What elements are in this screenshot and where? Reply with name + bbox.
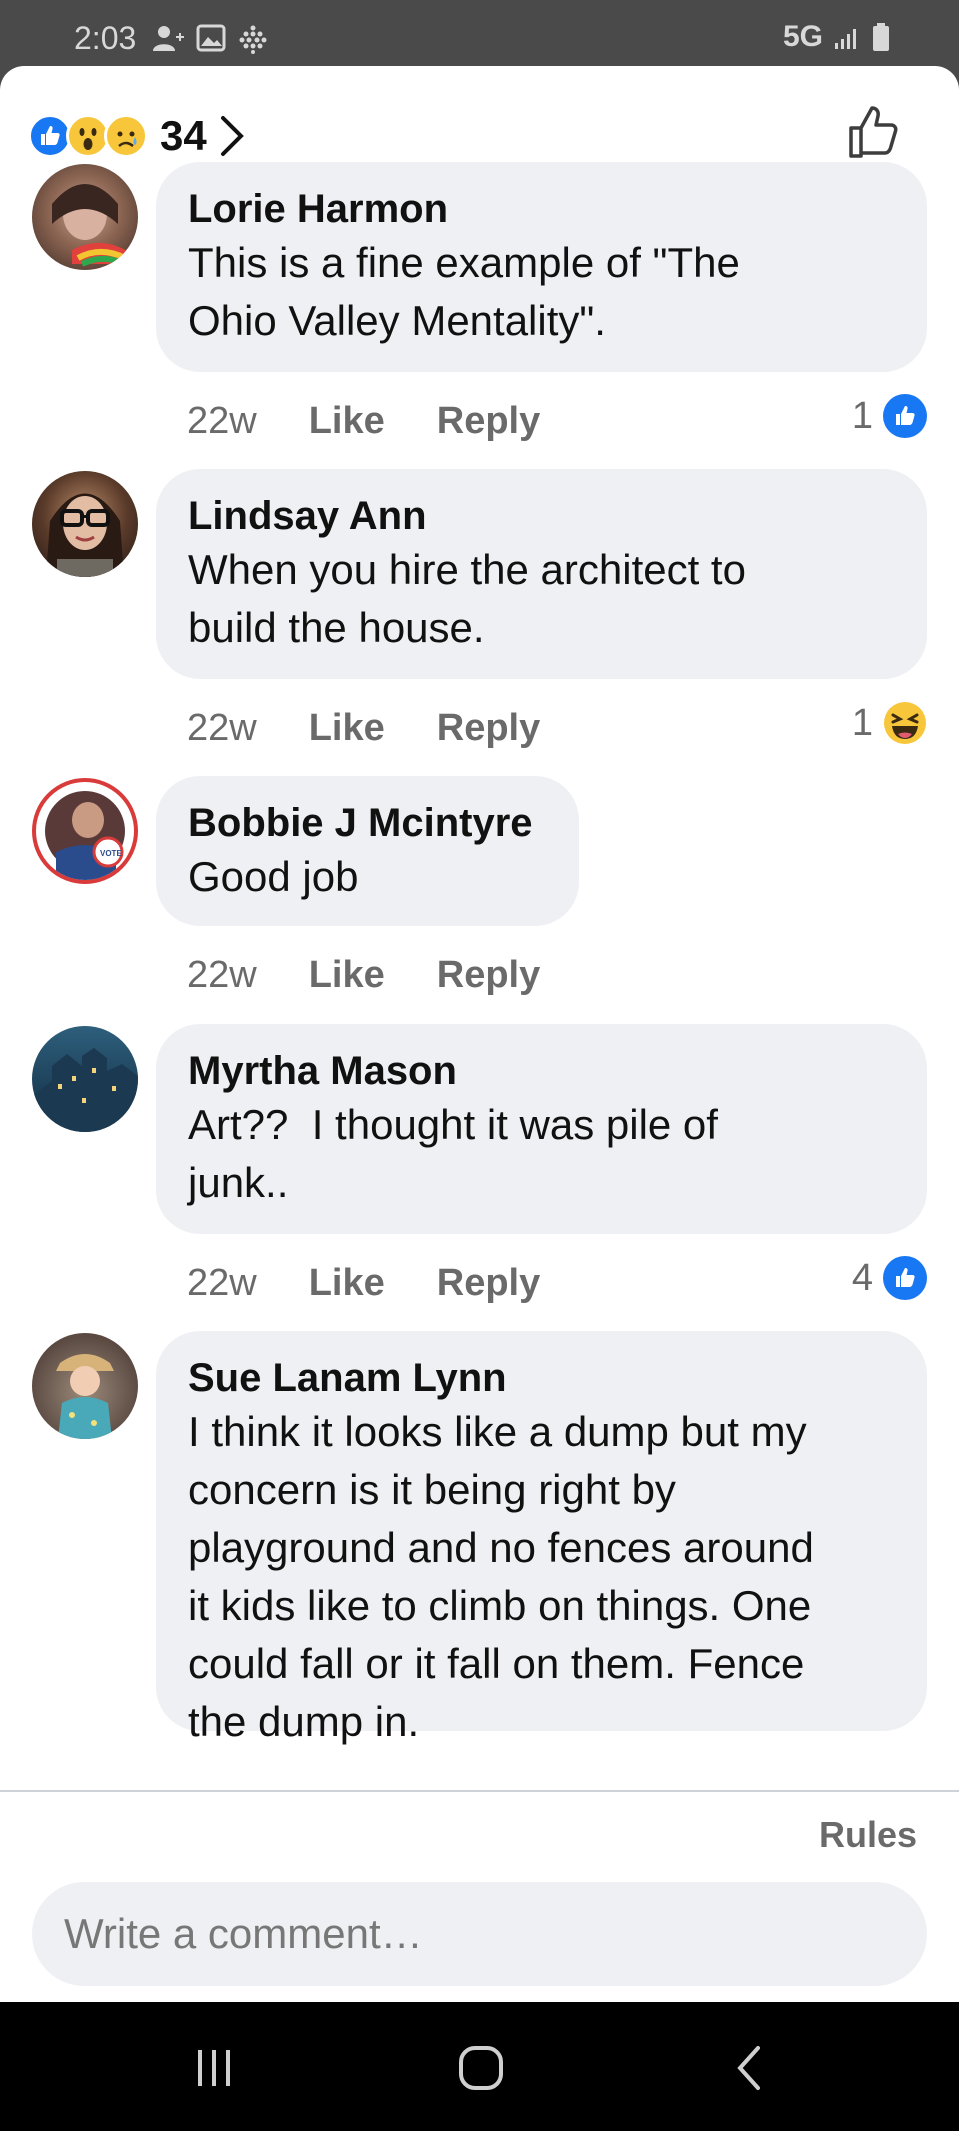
- comment-input[interactable]: [32, 1882, 927, 1986]
- battery-icon: [873, 23, 889, 51]
- like-button[interactable]: Like: [309, 707, 385, 750]
- status-time: 2:03: [74, 20, 137, 56]
- comment-actions: 22w Like Reply: [187, 400, 592, 443]
- divider: [0, 1790, 959, 1792]
- signal-icon: [835, 29, 856, 49]
- back-icon: [737, 2046, 760, 2090]
- person-add-icon: [153, 26, 184, 51]
- image-icon: [196, 24, 226, 52]
- comment-bubble[interactable]: Bobbie J Mcintyre Good job: [156, 776, 579, 926]
- avatar[interactable]: [32, 471, 138, 577]
- comment-actions: 22w Like Reply: [187, 707, 592, 750]
- comment-text: When you hire the architect to build the…: [188, 546, 746, 651]
- comment-text: Art?? I thought it was pile of junk..: [188, 1101, 718, 1206]
- network-type: 5G: [782, 20, 823, 53]
- comment-reactions[interactable]: 1: [852, 701, 927, 745]
- comment-time[interactable]: 22w: [187, 954, 257, 997]
- grid-dots-icon: [239, 25, 267, 54]
- comment-author[interactable]: Myrtha Mason: [188, 1046, 895, 1096]
- like-reaction-icon: [883, 1256, 927, 1300]
- home-icon: [459, 2046, 503, 2090]
- comment-author[interactable]: Lindsay Ann: [188, 491, 895, 541]
- comment-text: I think it looks like a dump but my conc…: [188, 1408, 814, 1745]
- reply-button[interactable]: Reply: [437, 707, 540, 750]
- like-reaction-icon: [883, 394, 927, 438]
- comment-reactions[interactable]: 4: [852, 1256, 927, 1300]
- comment-time[interactable]: 22w: [187, 400, 257, 443]
- reply-button[interactable]: Reply: [437, 400, 540, 443]
- chevron-right-icon: [220, 116, 244, 156]
- reply-button[interactable]: Reply: [437, 954, 540, 997]
- comment-author[interactable]: Lorie Harmon: [188, 184, 895, 234]
- comment-bubble[interactable]: Lindsay Ann When you hire the architect …: [156, 469, 927, 679]
- recent-apps-button[interactable]: [184, 2038, 244, 2098]
- comment-reactions[interactable]: 1: [852, 394, 927, 438]
- comment-author[interactable]: Sue Lanam Lynn: [188, 1353, 895, 1403]
- back-button[interactable]: [720, 2038, 780, 2098]
- like-post-button[interactable]: [845, 102, 905, 167]
- reactions-summary[interactable]: 34: [28, 106, 245, 166]
- comment-time[interactable]: 22w: [187, 707, 257, 750]
- haha-reaction-icon: [883, 701, 927, 745]
- comment-actions: 22w Like Reply: [187, 954, 592, 997]
- rules-link[interactable]: Rules: [819, 1814, 917, 1856]
- comment-author[interactable]: Bobbie J Mcintyre: [188, 798, 547, 848]
- avatar[interactable]: VOTE: [32, 778, 138, 884]
- recent-apps-icon: [198, 2050, 230, 2086]
- comment-text: Good job: [188, 853, 359, 900]
- reactions-count: 34: [160, 112, 207, 159]
- comment-reaction-count: 1: [851, 701, 873, 744]
- like-button[interactable]: Like: [309, 400, 385, 443]
- comments-sheet: 34 Lorie Harmon This is a fine example o…: [0, 66, 959, 2002]
- navigation-bar: [0, 2002, 959, 2131]
- like-button[interactable]: Like: [309, 1262, 385, 1305]
- comment-time[interactable]: 22w: [187, 1262, 257, 1305]
- avatar[interactable]: [32, 1026, 138, 1132]
- comment-text: This is a fine example of "The Ohio Vall…: [188, 239, 740, 344]
- status-notification-icons: [152, 24, 268, 54]
- avatar[interactable]: [32, 164, 138, 270]
- like-button[interactable]: Like: [309, 954, 385, 997]
- comment-reaction-count: 1: [851, 394, 873, 437]
- status-bar: 2:03 5G: [0, 0, 959, 66]
- svg-text:VOTE: VOTE: [100, 849, 122, 858]
- reply-button[interactable]: Reply: [437, 1262, 540, 1305]
- comment-reaction-count: 4: [851, 1256, 873, 1299]
- comment-actions: 22w Like Reply: [187, 1262, 592, 1305]
- comment-bubble[interactable]: Sue Lanam Lynn I think it looks like a d…: [156, 1331, 927, 1745]
- sad-reaction-icon: [104, 114, 148, 158]
- thumbs-up-outline-icon: [849, 106, 898, 158]
- comment-bubble[interactable]: Myrtha Mason Art?? I thought it was pile…: [156, 1024, 927, 1234]
- status-system-icons: 5G: [783, 20, 891, 54]
- comment-bubble[interactable]: Lorie Harmon This is a fine example of "…: [156, 162, 927, 372]
- avatar[interactable]: [32, 1333, 138, 1439]
- home-button[interactable]: [451, 2038, 511, 2098]
